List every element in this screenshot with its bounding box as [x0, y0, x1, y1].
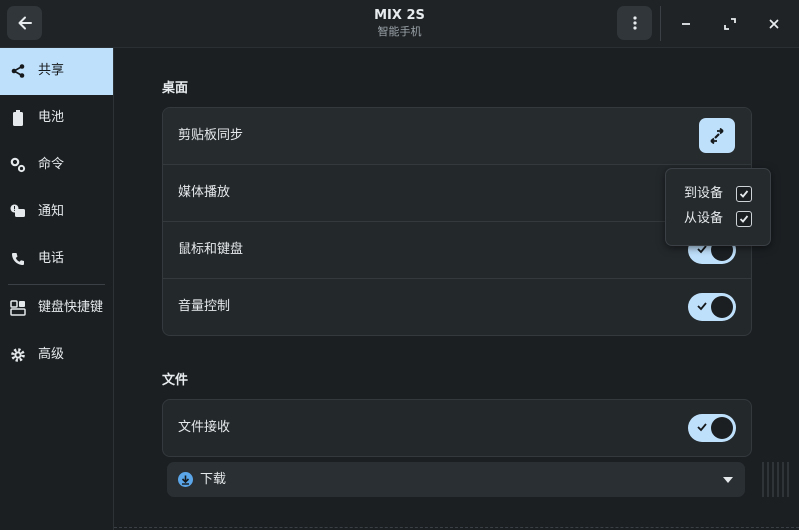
files-card: 文件接收	[162, 399, 752, 457]
download-icon	[178, 472, 193, 487]
check-icon	[739, 215, 749, 223]
download-folder-dropdown[interactable]: 下载	[167, 462, 745, 497]
chevron-down-icon	[723, 477, 733, 483]
commands-icon	[10, 157, 26, 173]
minimize-icon	[682, 23, 690, 25]
toggle-knob	[711, 417, 733, 439]
sidebar-item-label: 键盘快捷键	[38, 300, 104, 315]
sidebar-item-label: 电话	[38, 251, 65, 266]
toggle-knob	[711, 296, 733, 318]
kebab-menu-icon	[632, 16, 637, 30]
sidebar-item-label: 通知	[38, 204, 65, 219]
title-bar: MIX 2S 智能手机	[0, 0, 799, 48]
mouse-keyboard-label: 鼠标和键盘	[178, 242, 244, 257]
bottom-divider	[114, 527, 799, 528]
sidebar-item-label: 共享	[38, 63, 65, 78]
desktop-section-title: 桌面	[162, 81, 189, 96]
notification-icon	[10, 204, 26, 220]
sidebar-item-commands[interactable]: 命令	[0, 142, 113, 189]
titlebar-separator	[660, 6, 661, 41]
volume-control-toggle[interactable]	[688, 293, 736, 321]
arrow-left-icon	[18, 16, 32, 30]
file-receive-label: 文件接收	[178, 420, 231, 435]
sidebar-item-advanced[interactable]: 高级	[0, 332, 113, 379]
sidebar-item-battery[interactable]: 电池	[0, 95, 113, 142]
media-playback-row: 媒体播放	[163, 165, 751, 222]
files-section-title: 文件	[162, 373, 189, 388]
to-device-label: 到设备	[684, 186, 724, 201]
sidebar-item-notifications[interactable]: 通知	[0, 189, 113, 236]
sidebar-item-label: 电池	[38, 110, 65, 125]
file-receive-toggle[interactable]	[688, 414, 736, 442]
keyboard-shortcuts-icon	[10, 300, 26, 316]
gear-icon	[10, 347, 26, 363]
mouse-keyboard-row: 鼠标和键盘	[163, 222, 751, 279]
battery-icon	[10, 110, 26, 126]
volume-control-label: 音量控制	[178, 299, 231, 314]
media-playback-label: 媒体播放	[178, 185, 231, 200]
sidebar-item-keyboard-shortcuts[interactable]: 键盘快捷键	[0, 285, 113, 332]
maximize-icon	[724, 18, 736, 30]
clipboard-sync-row: 剪贴板同步	[163, 108, 751, 165]
sidebar-item-label: 命令	[38, 157, 65, 172]
sidebar-item-phone[interactable]: 电话	[0, 236, 113, 283]
check-icon	[697, 423, 707, 432]
sidebar: 共享 电池 命令 通知 电话 键盘快捷键 高级	[0, 48, 114, 530]
desktop-card: 剪贴板同步 媒体播放 鼠标和键盘 音量控制	[162, 107, 752, 336]
clipboard-sync-label: 剪贴板同步	[178, 128, 244, 143]
from-device-checkbox[interactable]	[736, 211, 752, 227]
download-folder-label: 下载	[200, 472, 227, 487]
check-icon	[739, 190, 749, 198]
file-receive-row: 文件接收	[163, 400, 751, 456]
minimize-button[interactable]	[675, 13, 697, 35]
volume-control-row: 音量控制	[163, 279, 751, 335]
sidebar-item-share[interactable]: 共享	[0, 48, 113, 95]
back-button[interactable]	[7, 6, 42, 40]
clipboard-sync-popover: 到设备 从设备	[665, 168, 771, 246]
close-icon	[769, 19, 779, 29]
check-icon	[697, 302, 707, 311]
phone-icon	[10, 251, 26, 267]
sidebar-item-label: 高级	[38, 347, 65, 362]
resize-grip[interactable]	[762, 462, 792, 497]
maximize-button[interactable]	[719, 13, 741, 35]
close-button[interactable]	[763, 13, 785, 35]
clipboard-sync-button[interactable]	[699, 118, 735, 153]
from-device-label: 从设备	[684, 211, 724, 226]
share-icon	[10, 63, 26, 79]
menu-button[interactable]	[617, 6, 652, 40]
sync-arrows-icon	[710, 127, 724, 144]
to-device-checkbox[interactable]	[736, 186, 752, 202]
